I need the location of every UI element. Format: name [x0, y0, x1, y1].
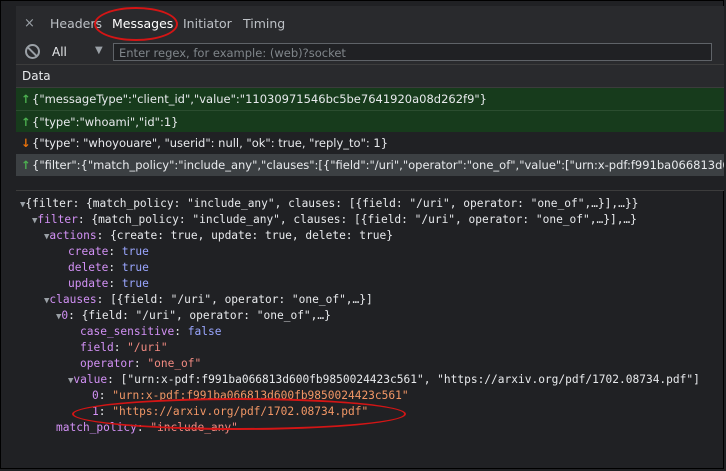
message-text: {"type": "whoyouare", "userid": null, "o…	[32, 136, 389, 150]
message-row-selected[interactable]: ↑ {"filter":{"match_policy":"include_any…	[16, 154, 724, 176]
tree-row-field: field: "/uri"	[80, 341, 168, 354]
message-text: {"messageType":"client_id","value":"1103…	[32, 92, 488, 106]
sent-arrow-icon: ↑	[21, 115, 31, 129]
filter-input[interactable]: Enter regex, for example: (web)?socket	[113, 43, 712, 61]
tab-timing[interactable]: Timing	[243, 16, 285, 31]
annotation-circle-url	[72, 398, 406, 430]
tree-row-value[interactable]: ▼value: ["urn:x-pdf:f991ba066813d600fb98…	[68, 373, 700, 386]
close-icon[interactable]: ×	[24, 16, 35, 31]
tree-row-clause-0[interactable]: ▼0: {field: "/uri", operator: "one_of",……	[56, 309, 331, 322]
message-text: {"filter":{"match_policy":"include_any",…	[32, 158, 724, 172]
tree-root-row[interactable]: ▼{filter: {match_policy: "include_any", …	[20, 197, 638, 210]
tree-row-clauses[interactable]: ▼clauses: [{field: "/uri", operator: "on…	[44, 293, 373, 306]
sent-arrow-icon: ↑	[21, 158, 31, 172]
message-row[interactable]: ↑ {"type":"whoami","id":1}	[16, 110, 724, 132]
message-row[interactable]: ↓ {"type": "whoyouare", "userid": null, …	[16, 132, 724, 154]
received-arrow-icon: ↓	[21, 136, 31, 150]
tree-row-update: update: true	[68, 277, 149, 290]
message-text: {"type":"whoami","id":1}	[32, 115, 179, 129]
tree-row-operator: operator: "one_of"	[80, 357, 202, 370]
tree-row-case-sensitive: case_sensitive: false	[80, 325, 222, 338]
tab-initiator[interactable]: Initiator	[183, 16, 232, 31]
sent-arrow-icon: ↑	[21, 92, 31, 106]
clear-messages-icon[interactable]	[25, 44, 40, 59]
data-header-label: Data	[22, 69, 51, 83]
message-row[interactable]: ↑ {"messageType":"client_id","value":"11…	[16, 88, 724, 110]
filter-bar: All ▼ Enter regex, for example: (web)?so…	[16, 42, 724, 65]
pane-divider[interactable]	[16, 176, 724, 191]
filter-type-select[interactable]: All	[52, 45, 67, 59]
data-column-header: Data	[16, 65, 724, 88]
tree-row-create: create: true	[68, 245, 149, 258]
message-json-tree: ▼{filter: {match_policy: "include_any", …	[16, 191, 724, 469]
tree-row-delete: delete: true	[68, 261, 149, 274]
tree-row-actions[interactable]: ▼actions: {create: true, update: true, d…	[44, 229, 393, 242]
annotation-circle-messages	[94, 7, 178, 41]
tree-row-filter[interactable]: ▼filter: {match_policy: "include_any", c…	[32, 213, 637, 226]
dropdown-arrow-icon[interactable]: ▼	[95, 45, 103, 56]
